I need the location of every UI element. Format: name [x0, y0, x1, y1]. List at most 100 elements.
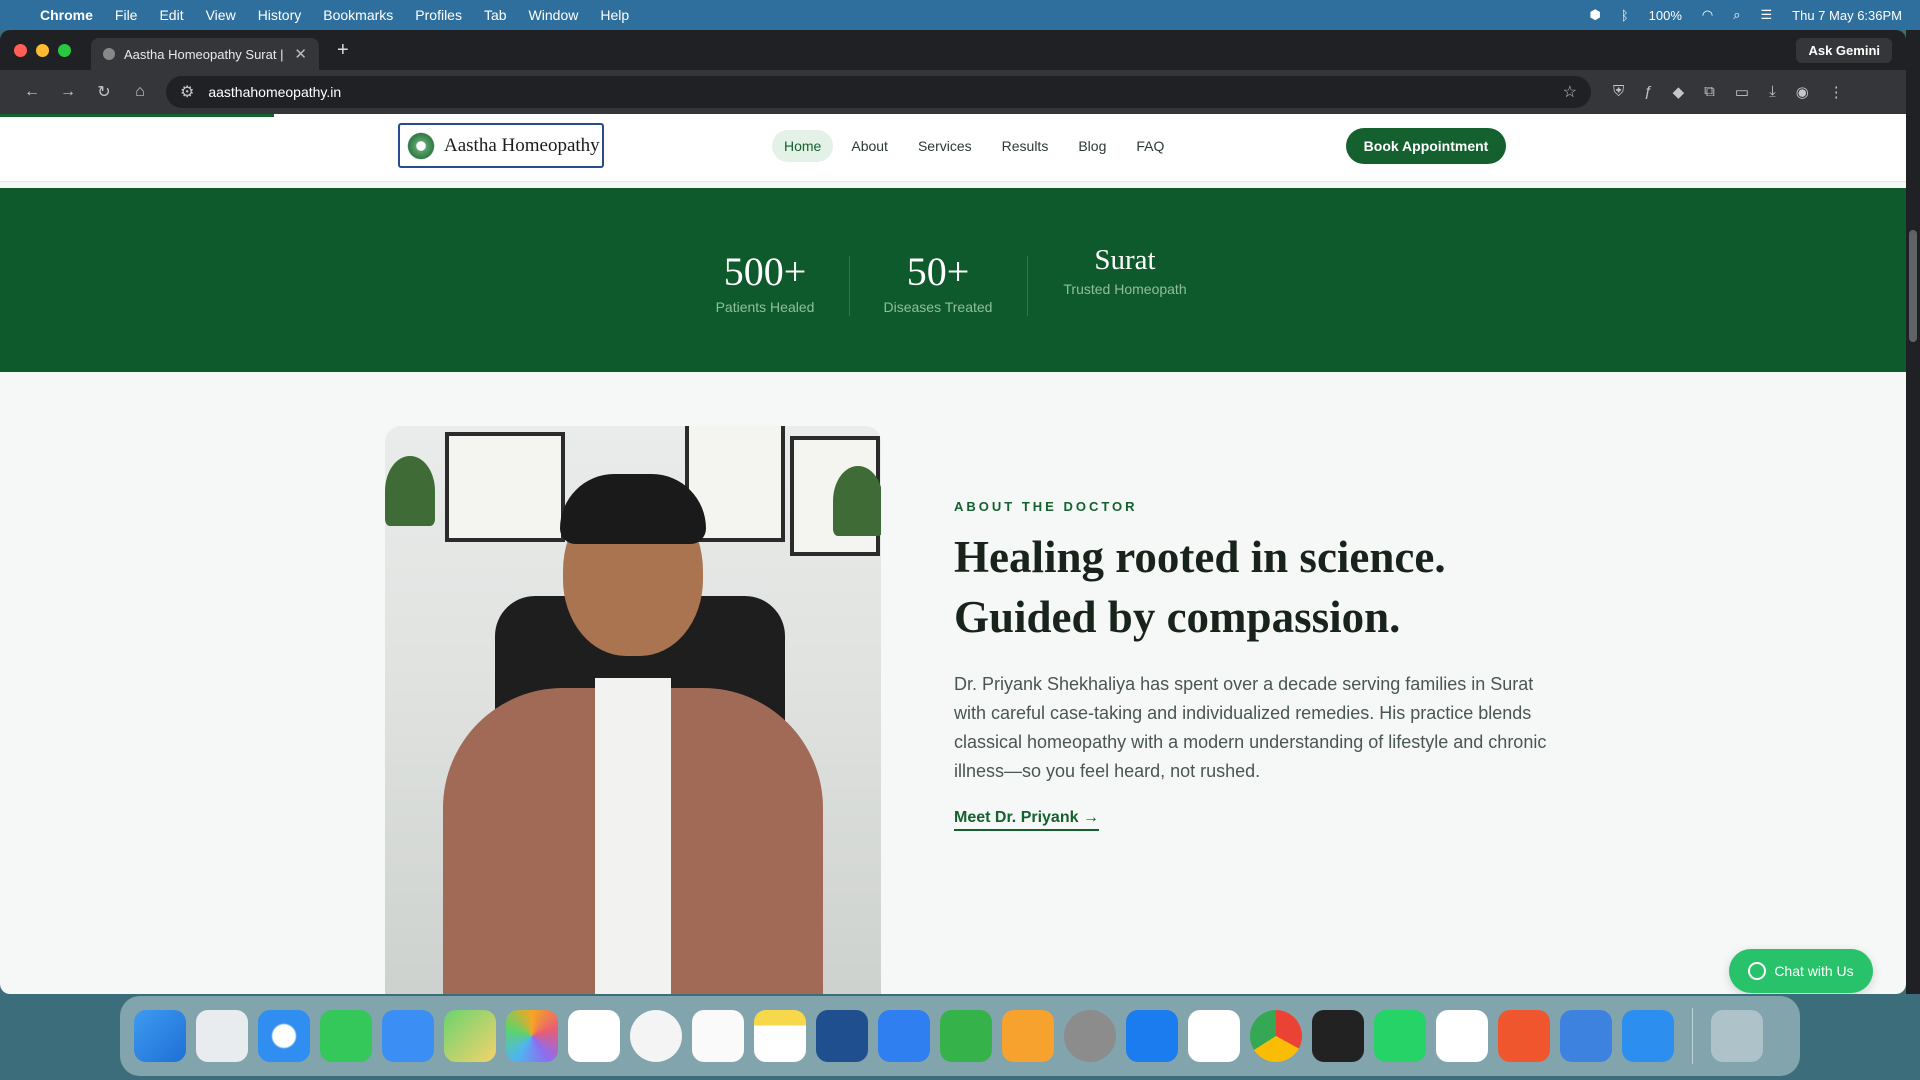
spotlight-search-icon[interactable]: ⌕: [1733, 7, 1740, 23]
doctor-shirt: [595, 678, 671, 994]
menu-help[interactable]: Help: [600, 7, 629, 23]
site-logo[interactable]: Aastha Homeopathy: [398, 123, 604, 168]
address-bar[interactable]: ⚙ aasthahomeopathy.in ☆: [166, 76, 1591, 108]
menu-profiles[interactable]: Profiles: [415, 7, 462, 23]
about-headline: Healing rooted in science. Guided by com…: [954, 527, 1574, 647]
menu-view[interactable]: View: [206, 7, 236, 23]
nav-blog[interactable]: Blog: [1066, 130, 1118, 162]
home-icon[interactable]: ⌂: [122, 83, 158, 101]
logo-leaf-icon: [406, 130, 436, 161]
zoom-window-button[interactable]: [58, 43, 71, 57]
site-info-icon[interactable]: ⚙: [180, 82, 194, 102]
browser-toolbar: ← → ↻ ⌂ ⚙ aasthahomeopathy.in ☆ ⛨ ƒ ◆ ⧉ …: [0, 70, 1906, 114]
menu-extras: ⬢ ᛒ 100% ◠ ⌕ ☰ Thu 7 May 6:36PM: [1589, 7, 1902, 23]
doctor-photo: [385, 426, 881, 994]
back-icon[interactable]: ←: [14, 83, 50, 101]
window-icon[interactable]: [1622, 1010, 1674, 1062]
mongodb-icon[interactable]: [1436, 1010, 1488, 1062]
pen-icon[interactable]: [1498, 1010, 1550, 1062]
chrome-icon[interactable]: [1250, 1010, 1302, 1062]
about-eyebrow: ABOUT THE DOCTOR: [954, 499, 1138, 514]
ask-gemini-button[interactable]: Ask Gemini: [1796, 37, 1892, 63]
menu-app-name[interactable]: Chrome: [40, 7, 93, 23]
menu-tab[interactable]: Tab: [484, 7, 507, 23]
url-text[interactable]: aasthahomeopathy.in: [208, 84, 1548, 100]
bluetooth-icon[interactable]: ᛒ: [1621, 8, 1629, 23]
keynote-icon[interactable]: [878, 1010, 930, 1062]
nav-services[interactable]: Services: [906, 130, 984, 162]
app-store-icon[interactable]: [1126, 1010, 1178, 1062]
meet-doctor-link[interactable]: Meet Dr. Priyank →: [954, 809, 1099, 831]
macos-menu-bar: Chrome File Edit View History Bookmarks …: [0, 0, 1920, 30]
book-appointment-button[interactable]: Book Appointment: [1346, 128, 1506, 164]
reminders-icon[interactable]: [692, 1010, 744, 1062]
main-nav: Home About Services Results Blog FAQ: [772, 130, 1176, 162]
shield-extension-icon[interactable]: ⛨: [1613, 83, 1624, 101]
menu-bookmarks[interactable]: Bookmarks: [323, 7, 393, 23]
calendar-icon[interactable]: [568, 1010, 620, 1062]
tab-search-icon[interactable]: ▭: [1735, 83, 1749, 101]
puzzle-extensions-icon[interactable]: ⧉: [1704, 83, 1715, 101]
scrollbar-thumb[interactable]: [1909, 230, 1917, 342]
whatsapp-icon[interactable]: [1374, 1010, 1426, 1062]
notes-icon[interactable]: [754, 1010, 806, 1062]
clock-datetime[interactable]: Thu 7 May 6:36PM: [1792, 8, 1902, 23]
doctor-hair: [560, 474, 706, 544]
wifi-icon[interactable]: ◠: [1702, 7, 1713, 23]
settings-icon[interactable]: [1064, 1010, 1116, 1062]
clock-icon[interactable]: [630, 1010, 682, 1062]
close-tab-icon[interactable]: ✕: [294, 45, 307, 63]
color-extension-icon[interactable]: ◆: [1673, 83, 1685, 101]
browser-tab[interactable]: Aastha Homeopathy Surat | D ✕: [91, 38, 319, 70]
finder-icon[interactable]: [134, 1010, 186, 1062]
messages-icon[interactable]: [320, 1010, 372, 1062]
chat-bubble-icon: [1748, 962, 1767, 980]
pages-icon[interactable]: [1002, 1010, 1054, 1062]
forward-icon[interactable]: →: [50, 83, 86, 101]
nav-about[interactable]: About: [839, 130, 900, 162]
safari-icon[interactable]: [258, 1010, 310, 1062]
stat-location: Surat Trusted Homeopath: [1058, 244, 1192, 297]
tasks-icon[interactable]: [1188, 1010, 1240, 1062]
stat-value: 50+: [906, 249, 970, 294]
menu-window[interactable]: Window: [529, 7, 579, 23]
photos-icon[interactable]: [506, 1010, 558, 1062]
headline-line-1: Healing rooted in science.: [954, 532, 1446, 582]
nav-home[interactable]: Home: [772, 130, 834, 162]
plant-decor: [833, 466, 881, 536]
downloads-icon[interactable]: ⤓: [1769, 83, 1776, 101]
trash-icon[interactable]: [1711, 1010, 1763, 1062]
maps-icon[interactable]: [444, 1010, 496, 1062]
chrome-menu-icon[interactable]: ⋮: [1829, 83, 1844, 101]
reload-icon[interactable]: ↻: [86, 82, 122, 102]
stat-value: Surat: [1094, 244, 1156, 276]
menu-file[interactable]: File: [115, 7, 138, 23]
profile-avatar-icon[interactable]: ◉: [1796, 83, 1809, 101]
page-viewport: Aastha Homeopathy Home About Services Re…: [0, 114, 1906, 994]
freeform-icon[interactable]: [816, 1010, 868, 1062]
menu-edit[interactable]: Edit: [159, 7, 183, 23]
logo-text: Aastha Homeopathy: [444, 134, 600, 156]
chat-with-us-button[interactable]: Chat with Us: [1729, 949, 1873, 993]
page-scrollbar[interactable]: [1906, 30, 1920, 994]
bookmark-star-icon[interactable]: ☆: [1563, 82, 1577, 102]
certificate-frame: [445, 432, 565, 542]
close-window-button[interactable]: [14, 43, 27, 57]
control-center-icon[interactable]: ☰: [1761, 7, 1773, 23]
site-header: Aastha Homeopathy Home About Services Re…: [0, 114, 1906, 182]
nav-results[interactable]: Results: [990, 130, 1061, 162]
vpn-icon[interactable]: ⬢: [1589, 7, 1600, 23]
stat-diseases: 50+ Diseases Treated: [880, 248, 996, 315]
db-icon[interactable]: [1560, 1010, 1612, 1062]
launchpad-icon[interactable]: [196, 1010, 248, 1062]
new-tab-icon[interactable]: +: [337, 39, 349, 62]
numbers-icon[interactable]: [940, 1010, 992, 1062]
mail-icon[interactable]: [382, 1010, 434, 1062]
minimize-window-button[interactable]: [36, 43, 49, 57]
font-extension-icon[interactable]: ƒ: [1644, 83, 1652, 101]
unity-icon[interactable]: [1312, 1010, 1364, 1062]
menu-history[interactable]: History: [258, 7, 302, 23]
nav-faq[interactable]: FAQ: [1124, 130, 1176, 162]
stat-value: 500+: [723, 249, 807, 294]
battery-percent[interactable]: 100%: [1649, 8, 1682, 23]
